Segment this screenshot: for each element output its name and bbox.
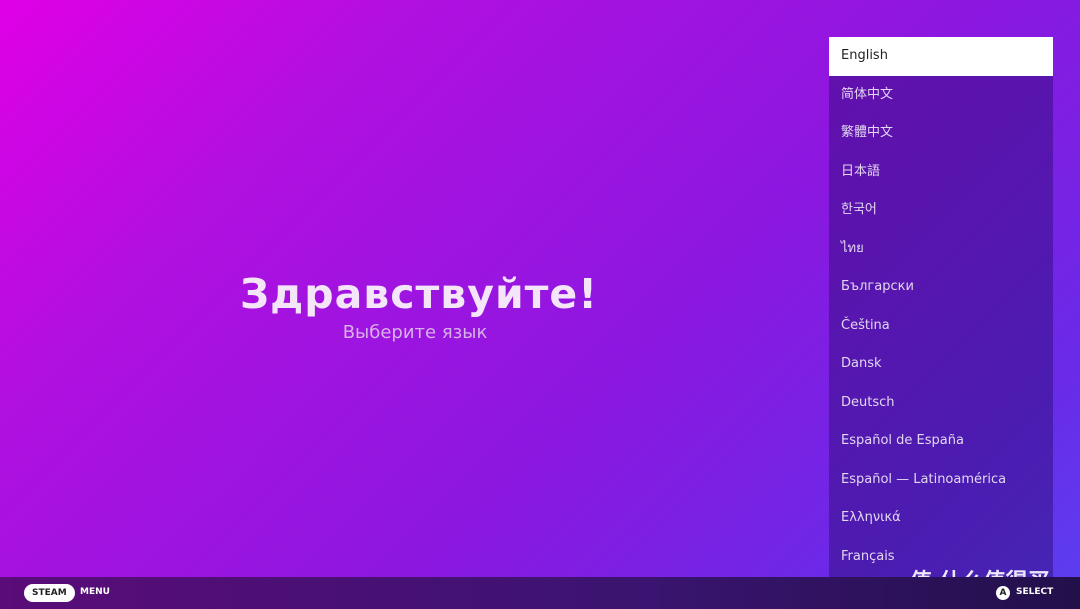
language-option[interactable]: English (829, 37, 1053, 76)
language-option[interactable]: Español — Latinoamérica (829, 461, 1053, 500)
greeting-subtitle: Выберите язык (342, 322, 488, 343)
select-label: SELECT (1016, 587, 1054, 597)
menu-label: MENU (80, 587, 110, 597)
greeting-title: Здравствуйте! (240, 270, 598, 318)
language-option[interactable]: 日本語 (829, 153, 1053, 192)
language-option[interactable]: Čeština (829, 307, 1053, 346)
language-list[interactable]: English 简体中文 繁體中文 日本語 한국어 ไทย Български Čeština… (829, 37, 1053, 577)
language-option[interactable]: 繁體中文 (829, 114, 1053, 153)
language-option[interactable]: Dansk (829, 345, 1053, 384)
language-option[interactable]: Deutsch (829, 384, 1053, 423)
steam-button[interactable]: STEAM (24, 584, 75, 602)
language-option[interactable]: 한국어 (829, 191, 1053, 230)
language-option[interactable]: Български (829, 268, 1053, 307)
footer-bar: STEAM MENU A SELECT (0, 577, 1080, 609)
language-option[interactable]: Español de España (829, 422, 1053, 461)
a-button-icon: A (996, 586, 1010, 600)
language-option[interactable]: 简体中文 (829, 76, 1053, 115)
greeting: Здравствуйте! Выберите язык (240, 268, 598, 343)
language-option[interactable]: Ελληνικά (829, 499, 1053, 538)
language-option[interactable]: ไทย (829, 230, 1053, 269)
